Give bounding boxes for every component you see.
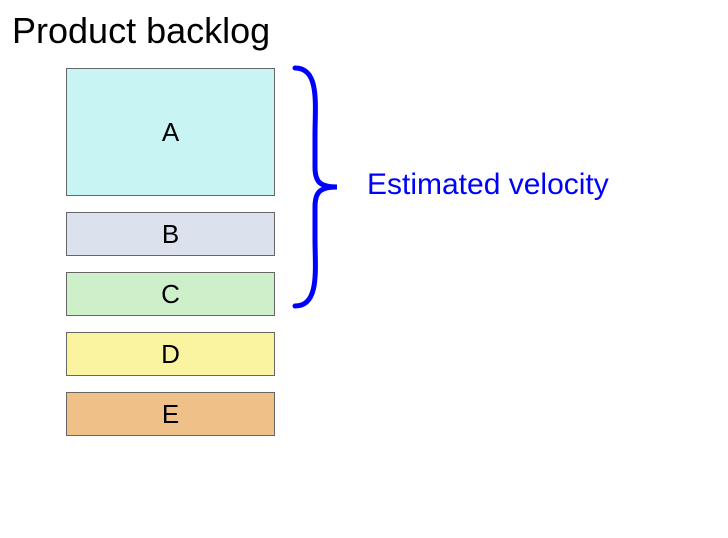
backlog-item-c: C	[66, 272, 275, 316]
backlog-item-b: B	[66, 212, 275, 256]
velocity-annotation: Estimated velocity	[367, 168, 609, 202]
brace-icon	[285, 60, 355, 314]
backlog-item-d: D	[66, 332, 275, 376]
backlog-item-label: B	[162, 219, 179, 250]
backlog-item-label: E	[162, 399, 179, 430]
backlog-list: A B C D E	[66, 68, 275, 452]
backlog-item-a: A	[66, 68, 275, 196]
backlog-item-label: C	[161, 279, 180, 310]
backlog-item-label: D	[161, 339, 180, 370]
page-title: Product backlog	[12, 10, 270, 52]
backlog-item-e: E	[66, 392, 275, 436]
backlog-item-label: A	[162, 117, 179, 148]
